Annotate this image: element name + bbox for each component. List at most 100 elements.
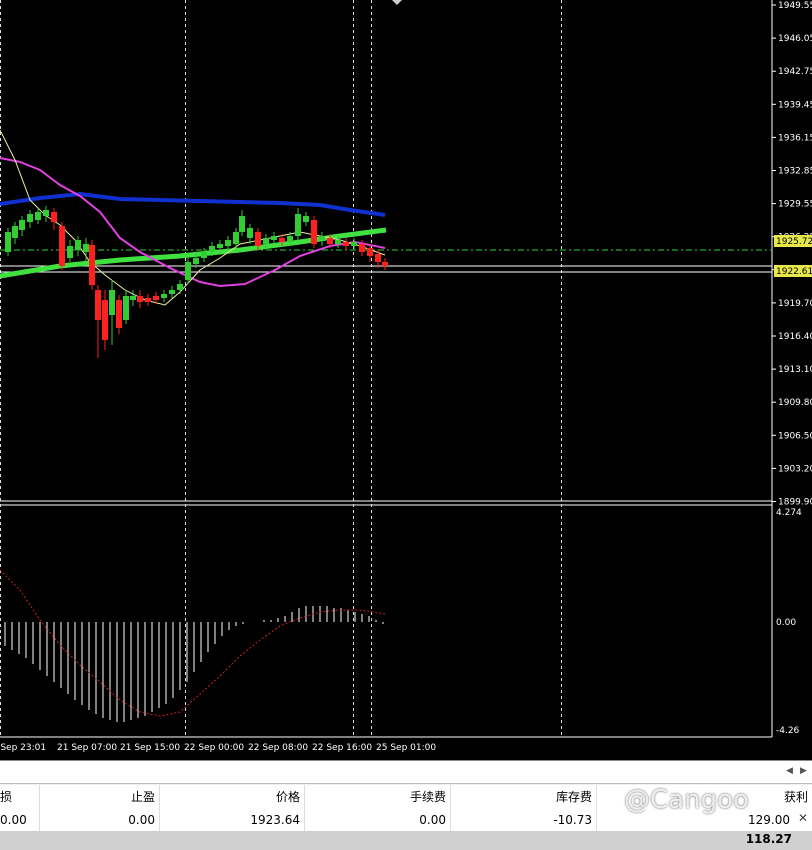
indicator-axis-label: 0.00 [776, 618, 796, 628]
candle-body [271, 236, 277, 240]
cell-tp: 0.00 [40, 809, 160, 831]
candle-body [185, 262, 191, 280]
candle-body [351, 242, 357, 246]
candle-body [161, 294, 167, 298]
candle-body [35, 212, 41, 220]
price-axis-label: 1929.55 [778, 200, 812, 210]
candle-body [319, 236, 325, 240]
indicator-axis-label: -4.26 [776, 726, 800, 736]
time-axis-label: 22 Sep 00:00 [184, 743, 244, 753]
close-position-icon[interactable]: ✕ [798, 811, 808, 825]
candle-body [287, 236, 293, 242]
candle-body [247, 228, 253, 238]
balance-row: 118.27 [0, 831, 812, 850]
price-tag-label: 1922.61 [776, 267, 812, 277]
candle-body [169, 290, 175, 294]
candle-body [217, 244, 223, 248]
candle-body [359, 244, 365, 252]
candle-body [382, 262, 388, 266]
candle-body [59, 226, 65, 266]
price-tag-label: 1925.72 [776, 237, 812, 247]
cell-swap: -10.73 [451, 809, 597, 831]
candle-body [89, 245, 95, 285]
candle-body [367, 248, 373, 256]
candle-body [335, 240, 341, 244]
candle-body [51, 212, 57, 222]
scroll-right-icon[interactable]: ▶ [800, 766, 807, 776]
price-axis-label: 1936.15 [778, 133, 812, 143]
candle-body [137, 296, 143, 302]
time-axis-label: 22 Sep 08:00 [248, 743, 308, 753]
signal-line [0, 569, 386, 717]
price-axis-label: 1909.80 [778, 398, 812, 408]
candle-body [43, 210, 49, 216]
ma-green-line [0, 227, 387, 279]
time-axis-label: 21 Sep 15:00 [120, 743, 180, 753]
price-axis-label: 1939.45 [778, 100, 812, 110]
candle-body [311, 220, 317, 244]
candle-body [116, 300, 122, 328]
price-axis-label: 1946.05 [778, 34, 812, 44]
candle-body [75, 240, 81, 250]
time-axis-label: 22 Sep 16:00 [312, 743, 372, 753]
horizontal-scrollbar[interactable]: ◀ ▶ [0, 761, 812, 784]
price-axis-label: 1949.55 [778, 1, 812, 11]
candle-body [123, 296, 129, 320]
candle-body [145, 298, 151, 302]
col-header-commission[interactable]: 手续费 [305, 785, 451, 809]
terminal-panel: ◀ ▶ 损 止盈 价格 手续费 库存费 获利 0.00 0.00 1923.64… [0, 760, 812, 850]
col-header-tp[interactable]: 止盈 [40, 785, 160, 809]
price-axis-label: 1919.70 [778, 299, 812, 309]
candle-body [130, 296, 136, 300]
time-axis-label: 20 Sep 23:01 [0, 743, 46, 753]
price-axis-label: 1932.85 [778, 167, 812, 177]
candle-body [263, 238, 269, 244]
col-header-price[interactable]: 价格 [160, 785, 305, 809]
time-axis-label: 25 Sep 01:00 [376, 743, 436, 753]
cell-sl: 0.00 [0, 809, 40, 831]
candle-body [109, 290, 115, 315]
candle-body [153, 296, 159, 300]
chart-window[interactable]: 1949.55 1946.05 1942.75 1939.45 1936.15 1932.… [0, 0, 812, 760]
candle-body [27, 214, 33, 222]
candle-body [83, 244, 89, 252]
total-profit: 118.27 [745, 832, 792, 846]
candle-body [67, 246, 73, 258]
indicator-axis-label: 4.274 [776, 508, 802, 518]
candle-body [209, 246, 215, 252]
candle-body [12, 226, 18, 238]
price-axis-label: 1903.20 [778, 464, 812, 474]
cell-commission: 0.00 [305, 809, 451, 831]
candle-body [201, 252, 207, 258]
candle-body [375, 254, 381, 262]
candle-body [303, 216, 309, 222]
candle-body [239, 216, 245, 232]
price-axis-label: 1906.50 [778, 431, 812, 441]
candle-body [177, 284, 183, 290]
price-chart[interactable]: 1949.55 1946.05 1942.75 1939.45 1936.15 1932.… [0, 0, 812, 760]
candle-body [225, 240, 231, 246]
candle-body [102, 300, 108, 340]
watermark: @Cangoo [624, 785, 749, 815]
candle-body [279, 238, 285, 242]
price-axis-label: 1942.75 [778, 67, 812, 77]
candle-body [343, 242, 349, 246]
chart-shift-marker [392, 0, 402, 5]
candle-body [95, 290, 101, 320]
price-axis-label: 1916.40 [778, 332, 812, 342]
candle-body [5, 232, 11, 252]
candle-body [327, 238, 333, 244]
cell-price: 1923.64 [160, 809, 305, 831]
candle-body [295, 214, 301, 236]
candle-body [19, 220, 25, 230]
price-axis-label: 1913.10 [778, 365, 812, 375]
ma-blue-line [0, 191, 386, 217]
scroll-left-icon[interactable]: ◀ [786, 766, 793, 776]
candle-body [193, 258, 199, 264]
price-axis-label: 1899.90 [778, 498, 812, 508]
col-header-sl[interactable]: 损 [0, 785, 40, 809]
col-header-swap[interactable]: 库存费 [451, 785, 597, 809]
candle-body [255, 232, 261, 246]
time-axis-label: 21 Sep 07:00 [57, 743, 117, 753]
ma-yellow-line [0, 129, 386, 306]
